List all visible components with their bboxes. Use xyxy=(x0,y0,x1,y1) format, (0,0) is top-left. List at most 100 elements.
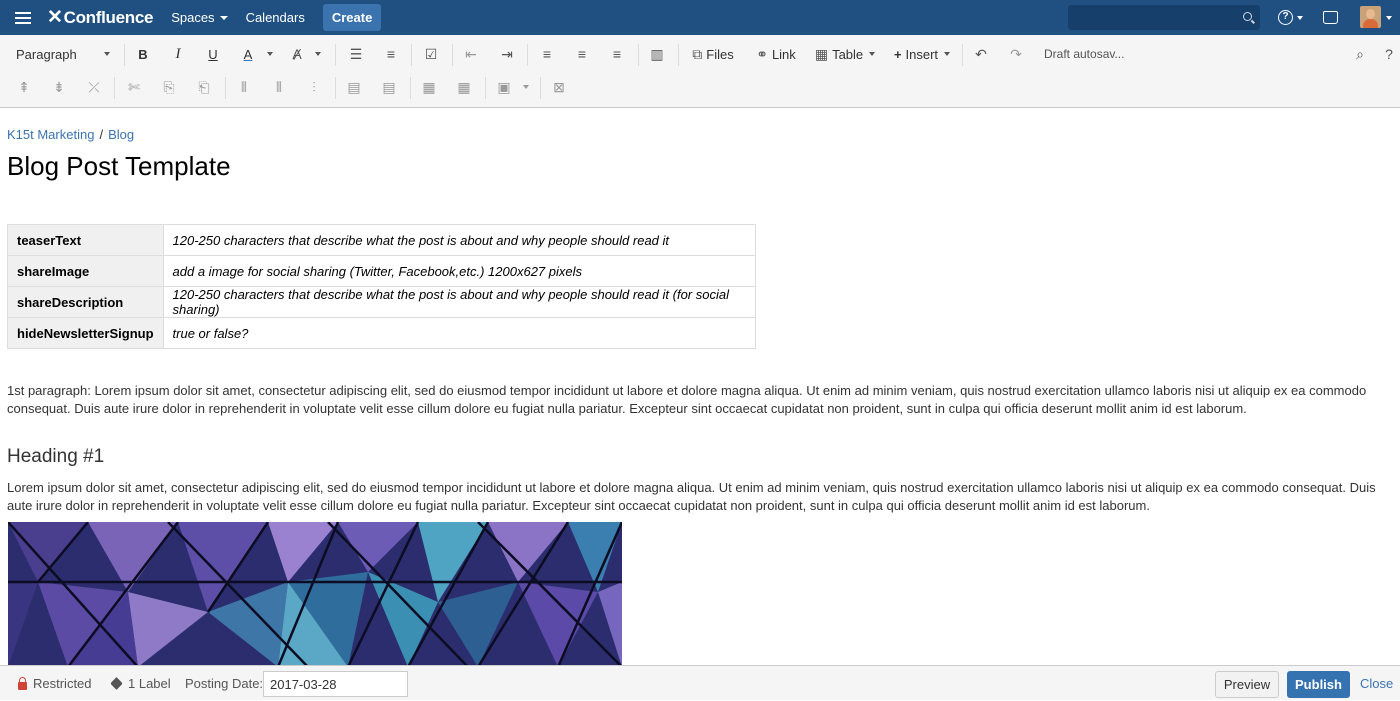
cut-row-icon[interactable]: ✄ xyxy=(124,71,144,103)
insert-row-after-icon[interactable]: ⇟ xyxy=(49,71,69,103)
chevron-down-icon xyxy=(944,52,951,56)
align-right-icon[interactable]: ≡ xyxy=(607,38,627,70)
table-button[interactable]: ▦ Table xyxy=(814,38,876,70)
text-format-icon[interactable]: Ⱥ xyxy=(287,38,307,70)
table-cell-key[interactable]: shareDescription xyxy=(7,286,164,318)
insert-column-after-icon[interactable]: ⫴ xyxy=(269,71,289,103)
insert-column-before-icon[interactable]: ⫴ xyxy=(234,71,254,103)
restrictions-button[interactable]: Restricted xyxy=(18,666,92,701)
table-cell-value[interactable]: add a image for social sharing (Twitter,… xyxy=(162,255,756,287)
bold-button[interactable]: B xyxy=(133,38,153,70)
body-paragraph[interactable]: Lorem ipsum dolor sit amet, consectetur … xyxy=(7,479,1392,514)
table-cell-key[interactable]: teaserText xyxy=(7,224,164,256)
find-replace-icon[interactable]: ⌕ xyxy=(1350,38,1370,70)
lock-icon xyxy=(18,676,27,690)
toolbar-divider xyxy=(335,44,336,66)
heading-column-icon[interactable]: ▦ xyxy=(454,71,474,103)
files-icon: ⧉ xyxy=(692,45,703,62)
toolbar-divider xyxy=(638,44,639,66)
copy-row-icon[interactable]: ⎘ xyxy=(159,71,179,103)
delete-column-icon[interactable]: ⫶ xyxy=(304,71,324,103)
plus-icon: + xyxy=(893,46,902,62)
intro-paragraph[interactable]: 1st paragraph: Lorem ipsum dolor sit ame… xyxy=(7,382,1392,417)
paste-row-icon[interactable]: ⎗ xyxy=(194,71,214,103)
split-cells-icon[interactable]: ▤ xyxy=(379,71,399,103)
toolbar-divider xyxy=(962,44,963,66)
heading-1[interactable]: Heading #1 xyxy=(7,446,104,468)
editor-content[interactable]: K15t Marketing / Blog Blog Post Template t… xyxy=(0,108,1400,665)
table-cell-value[interactable]: true or false? xyxy=(162,317,756,349)
cell-color-dropdown[interactable] xyxy=(519,71,533,103)
page-layout-icon[interactable]: ▥ xyxy=(647,38,667,70)
page-title[interactable]: Blog Post Template xyxy=(7,151,231,182)
table-cell-value[interactable]: 120-250 characters that describe what th… xyxy=(162,286,756,318)
outdent-icon[interactable]: ⇤ xyxy=(461,38,481,70)
table-icon: ▦ xyxy=(814,45,829,62)
search-icon xyxy=(1243,12,1252,21)
task-list-icon[interactable]: ☑ xyxy=(421,38,441,70)
format-dropdown[interactable] xyxy=(311,38,325,70)
notifications-icon[interactable] xyxy=(1323,11,1338,24)
tag-icon xyxy=(110,677,123,690)
table-row: hideNewsletterSignup true or false? xyxy=(7,317,756,349)
link-button[interactable]: ⚭ Link xyxy=(755,38,797,70)
link-icon: ⚭ xyxy=(756,45,768,62)
menu-icon[interactable] xyxy=(15,11,31,24)
posting-date-input[interactable] xyxy=(263,671,408,697)
preview-button[interactable]: Preview xyxy=(1215,671,1279,698)
spaces-menu[interactable]: Spaces xyxy=(171,10,228,25)
chevron-down-icon xyxy=(315,52,321,56)
text-color-dropdown[interactable] xyxy=(263,38,277,70)
toolbar-divider xyxy=(527,44,528,66)
table-cell-value[interactable]: 120-250 characters that describe what th… xyxy=(162,224,756,256)
labels-button[interactable]: 1 Label xyxy=(110,666,171,701)
table-cell-key[interactable]: hideNewsletterSignup xyxy=(7,317,164,349)
underline-button[interactable]: U xyxy=(203,38,223,70)
toolbar-divider xyxy=(225,77,226,99)
paragraph-style-select[interactable]: Paragraph xyxy=(16,38,110,70)
italic-button[interactable]: I xyxy=(168,38,188,70)
toolbar-divider xyxy=(678,44,679,66)
indent-icon[interactable]: ⇥ xyxy=(497,38,517,70)
toolbar-divider xyxy=(114,77,115,99)
bullet-list-icon[interactable]: ☰ xyxy=(346,38,366,70)
redo-icon[interactable]: ↷ xyxy=(1006,38,1026,70)
close-button[interactable]: Close xyxy=(1360,666,1393,701)
chevron-down-icon xyxy=(104,52,110,56)
table-row: teaserText 120-250 characters that descr… xyxy=(7,224,756,256)
cell-color-icon[interactable]: ▣ xyxy=(494,71,514,103)
toolbar-divider xyxy=(452,44,453,66)
insert-button[interactable]: + Insert xyxy=(891,38,953,70)
geometric-ceiling-image[interactable] xyxy=(8,522,622,665)
avatar[interactable] xyxy=(1360,6,1381,28)
search-input[interactable] xyxy=(1068,5,1260,30)
confluence-logo[interactable]: ✕ Confluence xyxy=(47,6,153,29)
text-color-button[interactable]: A xyxy=(238,38,258,70)
insert-row-before-icon[interactable]: ⇞ xyxy=(14,71,34,103)
create-button[interactable]: Create xyxy=(322,4,382,31)
merge-cells-icon[interactable]: ▤ xyxy=(344,71,364,103)
toolbar-divider xyxy=(485,77,486,99)
undo-icon[interactable]: ↶ xyxy=(971,38,991,70)
breadcrumb: K15t Marketing / Blog xyxy=(7,127,135,142)
align-left-icon[interactable]: ≡ xyxy=(537,38,557,70)
publish-button[interactable]: Publish xyxy=(1287,671,1350,698)
chevron-down-icon xyxy=(523,85,529,89)
delete-row-icon[interactable]: ⤫ xyxy=(84,71,104,103)
breadcrumb-space-link[interactable]: K15t Marketing xyxy=(7,127,94,142)
toolbar-divider xyxy=(411,44,412,66)
metadata-table: teaserText 120-250 characters that descr… xyxy=(7,224,756,349)
files-button[interactable]: ⧉ Files xyxy=(690,38,736,70)
help-icon[interactable]: ? xyxy=(1278,10,1293,25)
table-cell-key[interactable]: shareImage xyxy=(7,255,164,287)
delete-table-icon[interactable]: ⊠ xyxy=(549,71,569,103)
heading-row-icon[interactable]: ▦ xyxy=(419,71,439,103)
breadcrumb-blog-link[interactable]: Blog xyxy=(108,127,134,142)
chevron-down-icon xyxy=(869,52,876,56)
help-button[interactable]: ? xyxy=(1382,38,1396,70)
calendars-link[interactable]: Calendars xyxy=(246,10,305,25)
align-center-icon[interactable]: ≡ xyxy=(572,38,592,70)
posting-date-label: Posting Date: xyxy=(185,676,264,691)
numbered-list-icon[interactable]: ≡ xyxy=(381,38,401,70)
chevron-down-icon xyxy=(219,15,228,20)
